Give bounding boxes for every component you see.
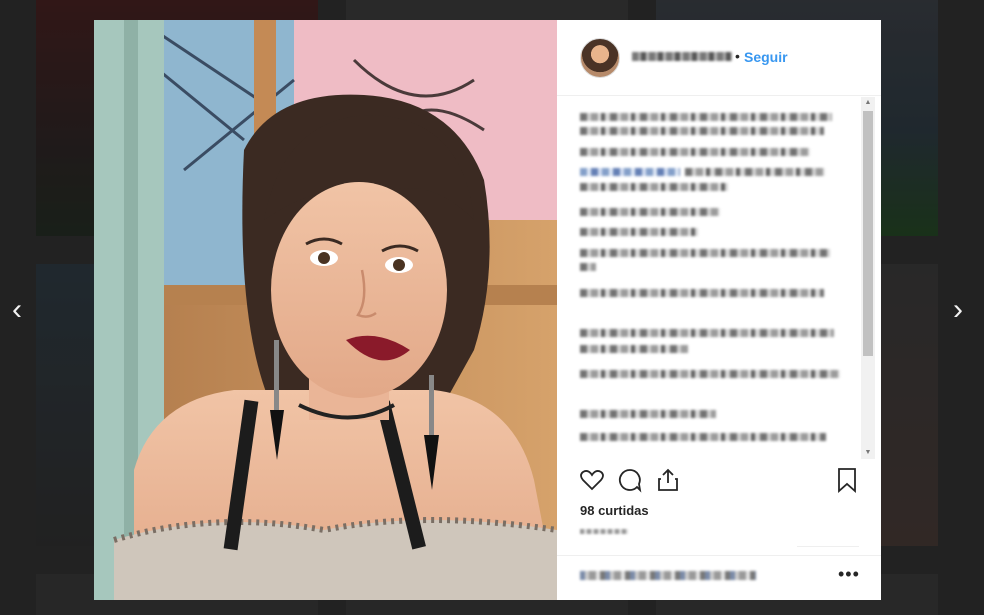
next-post-arrow-icon[interactable]: › [941,290,975,330]
scrollbar-thumb[interactable] [863,111,873,356]
divider [797,546,859,547]
like-button[interactable] [579,467,609,497]
save-button[interactable] [834,467,864,497]
follow-button[interactable]: Seguir [744,49,788,65]
avatar[interactable] [580,38,620,78]
previous-post-arrow-icon[interactable]: ‹ [0,290,34,330]
comment-icon [617,469,643,497]
post-timestamp-blurred [580,529,628,534]
post-sidebar: • Seguir ▲ ▼ 98 curtidas ••• [557,20,881,600]
post-actions [557,467,881,503]
bookmark-icon [834,468,860,497]
share-icon [655,468,681,497]
caption-blurred [557,97,881,459]
comment-preview: ••• [557,555,881,600]
caption-scrollbar[interactable]: ▲ ▼ [861,97,875,459]
likes-count[interactable]: 98 curtidas [580,503,649,518]
share-button[interactable] [655,467,685,497]
post-photo[interactable] [94,20,557,600]
comment-text-blurred [580,571,756,580]
post-modal: • Seguir ▲ ▼ 98 curtidas ••• [94,20,881,600]
scroll-down-icon[interactable]: ▼ [861,447,875,459]
post-header: • Seguir [557,20,881,96]
heart-icon [579,470,605,497]
header-separator: • [735,48,740,64]
username-blurred[interactable] [632,52,732,61]
comment-button[interactable] [617,467,647,497]
more-options-icon[interactable]: ••• [838,564,860,585]
scroll-up-icon[interactable]: ▲ [861,97,875,109]
